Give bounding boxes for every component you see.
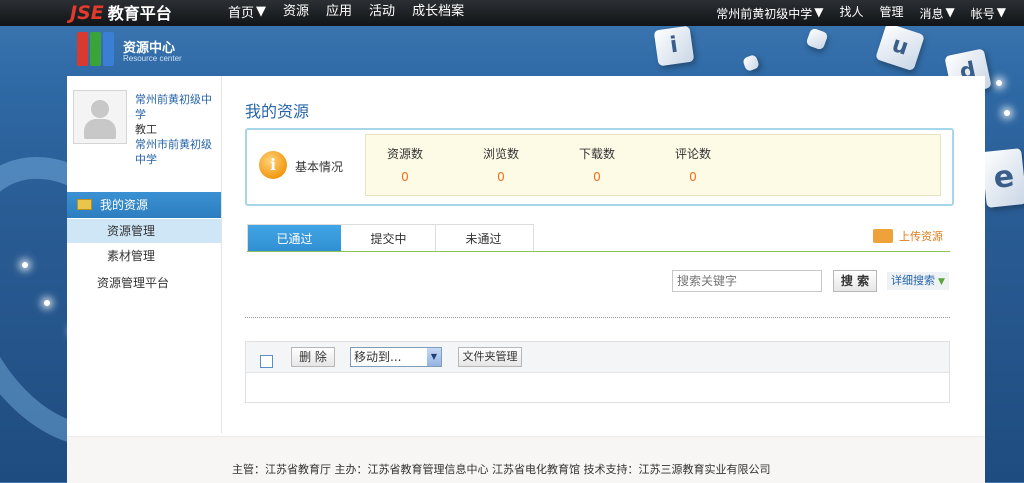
binders-icon	[77, 32, 117, 66]
nav-messages[interactable]: 消息 ▼	[920, 0, 955, 26]
platform-logo[interactable]: JSE 教育平台	[70, 0, 172, 26]
sidebar-item-label: 我的资源	[100, 198, 149, 212]
folder-icon	[77, 199, 92, 210]
header-subtitle: Resource center	[123, 54, 182, 63]
folder-manage-button[interactable]: 文件夹管理	[458, 347, 522, 367]
triangle-down-icon: ▼	[938, 277, 945, 287]
sidebar-item-resource-manage[interactable]: 资源管理	[67, 219, 221, 243]
nav-school[interactable]: 常州前黄初级中学 ▼	[716, 0, 823, 26]
stat-comments: 评论数 0	[658, 145, 728, 184]
resource-toolbar: 删 除 移动到... ▼ 文件夹管理	[245, 341, 950, 403]
nav-school-label: 常州前黄初级中学	[716, 7, 813, 21]
tab-submitting[interactable]: 提交中	[342, 225, 436, 251]
nav-activities[interactable]: 活动	[369, 0, 395, 26]
nav-home-label: 首页	[228, 6, 255, 21]
sparkle-dot	[1004, 110, 1010, 116]
search-button[interactable]: 搜 索	[833, 270, 877, 292]
stats-label: 基本情况	[295, 160, 344, 174]
tab-approved[interactable]: 已通过	[248, 225, 341, 251]
main-nav: 首页 ▼ 资源 应用 活动 成长档案	[228, 0, 464, 26]
move-to-select[interactable]: 移动到... ▼	[350, 347, 442, 367]
info-icon: i	[259, 151, 287, 179]
stat-name: 资源数	[386, 147, 423, 161]
resource-center-header: 资源中心 Resource center	[67, 26, 985, 76]
tab-rejected[interactable]: 未通过	[437, 225, 530, 251]
user-role: 教工	[135, 123, 157, 136]
page-title: 我的资源	[245, 102, 310, 121]
stat-name: 浏览数	[482, 147, 519, 161]
sparkle-dot	[996, 80, 1002, 86]
sidebar-item-resource-platform[interactable]: 资源管理平台	[97, 274, 169, 291]
sparkle-dot	[22, 262, 28, 268]
search-input[interactable]	[672, 270, 822, 292]
caret-down-icon: ▼	[814, 5, 824, 19]
footer-text: 主管：江苏省教育厅 主办：江苏省教育管理信息中心 江苏省电化教育馆 技术支持：江…	[232, 463, 771, 476]
logo-jse: JSE	[70, 2, 104, 24]
user-city-school-link[interactable]: 常州市前黄初级中学	[135, 137, 219, 167]
stat-name: 下载数	[578, 147, 615, 161]
stat-views: 浏览数 0	[466, 145, 536, 184]
nav-resources[interactable]: 资源	[283, 0, 309, 26]
nav-home[interactable]: 首页 ▼	[228, 0, 266, 26]
nav-account-label: 帐号	[970, 7, 995, 21]
advanced-search-label: 详细搜索	[891, 274, 935, 287]
right-nav: 常州前黄初级中学 ▼ 找人 管理 消息 ▼ 帐号 ▼	[716, 0, 1006, 26]
top-bar: JSE 教育平台 首页 ▼ 资源 应用 活动 成长档案 常州前黄初级中学 ▼ 找人 管…	[0, 0, 1024, 26]
footer: 主管：江苏省教育厅 主办：江苏省教育管理信息中心 江苏省电化教育馆 技术支持：江…	[67, 436, 985, 483]
user-info: 常州前黄初级中学 教工 常州市前黄初级中学	[135, 92, 219, 167]
nav-find-people[interactable]: 找人	[839, 0, 863, 26]
avatar[interactable]	[73, 90, 127, 144]
sidebar-item-my-resources[interactable]: 我的资源	[67, 192, 221, 218]
user-school-link[interactable]: 常州前黄初级中学	[135, 92, 219, 122]
stat-name: 评论数	[674, 147, 711, 161]
upload-resource-button[interactable]: 上传资源	[873, 228, 943, 244]
nav-apps[interactable]: 应用	[326, 0, 352, 26]
stat-value: 0	[593, 170, 601, 184]
logo-text: 教育平台	[107, 4, 172, 23]
status-tabs: 已通过 提交中 未通过	[247, 224, 534, 251]
sidebar: 常州前黄初级中学 教工 常州市前黄初级中学 我的资源 资源管理 素材管理 资源管…	[67, 76, 222, 433]
nav-growth-archive[interactable]: 成长档案	[412, 0, 464, 26]
tab-underline	[247, 251, 950, 252]
stat-value: 0	[497, 170, 505, 184]
toolbar-header: 删 除 移动到... ▼ 文件夹管理	[246, 342, 949, 373]
advanced-search-link[interactable]: 详细搜索 ▼	[887, 272, 949, 290]
stat-value: 0	[401, 170, 409, 184]
stat-downloads: 下载数 0	[562, 145, 632, 184]
stat-value: 0	[689, 170, 697, 184]
sidebar-item-material-manage[interactable]: 素材管理	[67, 244, 221, 268]
avatar-body	[84, 119, 116, 139]
avatar-head	[91, 100, 109, 118]
delete-button[interactable]: 删 除	[291, 347, 335, 367]
upload-label: 上传资源	[899, 230, 943, 243]
main-panel: 常州前黄初级中学 教工 常州市前黄初级中学 我的资源 资源管理 素材管理 资源管…	[67, 76, 985, 483]
stat-resources: 资源数 0	[370, 145, 440, 184]
chevron-down-icon: ▼	[427, 348, 441, 366]
caret-down-icon: ▼	[996, 5, 1006, 19]
stats-area: 资源数 0 浏览数 0 下载数 0 评论数 0	[365, 134, 941, 196]
select-all-checkbox[interactable]	[260, 355, 273, 368]
caret-down-icon: ▼	[945, 5, 955, 19]
letter-cube: e	[981, 148, 1024, 208]
stats-box: i 基本情况 资源数 0 浏览数 0 下载数 0 评论数 0	[245, 128, 954, 206]
move-to-value: 移动到...	[354, 350, 402, 364]
nav-messages-label: 消息	[919, 7, 944, 21]
caret-down-icon: ▼	[256, 4, 267, 19]
sparkle-dot	[44, 300, 50, 306]
nav-manage[interactable]: 管理	[879, 0, 903, 26]
divider	[245, 317, 950, 318]
upload-icon	[873, 229, 893, 243]
nav-account[interactable]: 帐号 ▼	[971, 0, 1006, 26]
